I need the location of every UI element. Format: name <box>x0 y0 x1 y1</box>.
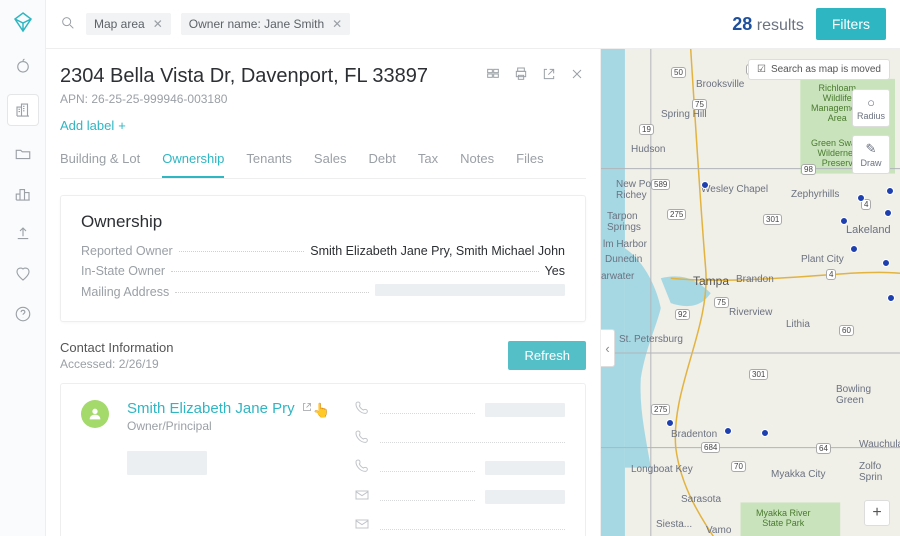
avatar <box>81 400 109 428</box>
detail-panel: 2304 Bella Vista Dr, Davenport, FL 33897… <box>46 49 600 536</box>
close-icon[interactable]: ✕ <box>153 17 163 31</box>
redacted-value <box>485 490 565 504</box>
refresh-button[interactable]: Refresh <box>508 341 586 370</box>
chip-label: Owner name: Jane Smith <box>189 17 324 31</box>
map-panel[interactable]: Brooksville Spring Hill Hudson New Port … <box>600 49 900 536</box>
contact-title: Contact Information <box>60 340 173 355</box>
phone-icon <box>354 458 370 477</box>
apn-text: APN: 26-25-25-999946-003180 <box>60 92 428 106</box>
phone-icon <box>354 429 370 448</box>
map-marker[interactable] <box>857 194 865 202</box>
app-logo <box>11 10 35 37</box>
circle-icon: ○ <box>867 95 875 110</box>
road-shield: 19 <box>639 124 654 135</box>
road-shield: 301 <box>749 369 768 380</box>
tab-building-lot[interactable]: Building & Lot <box>60 151 140 178</box>
map-marker[interactable] <box>882 259 890 267</box>
nav-produce-icon[interactable] <box>12 55 34 77</box>
search-as-moved-toggle[interactable]: ☑ Search as map is moved <box>748 59 890 80</box>
nav-buildings-icon[interactable] <box>8 95 38 125</box>
tab-tenants[interactable]: Tenants <box>246 151 292 178</box>
tab-ownership[interactable]: Ownership <box>162 151 224 178</box>
road-shield: 50 <box>671 67 686 78</box>
field-label: In-State Owner <box>81 264 165 278</box>
print-icon[interactable] <box>512 65 530 83</box>
road-shield: 75 <box>714 297 729 308</box>
road-shield: 301 <box>763 214 782 225</box>
map-marker[interactable] <box>701 181 709 189</box>
map-marker[interactable] <box>724 427 732 435</box>
road-shield: 684 <box>701 442 720 453</box>
nav-upload-icon[interactable] <box>12 223 34 245</box>
road-shield: 75 <box>692 99 707 110</box>
map-marker[interactable] <box>666 419 674 427</box>
zoom-in-button[interactable]: + <box>864 500 890 526</box>
results-count: 28 results <box>732 14 804 35</box>
filters-button[interactable]: Filters <box>816 8 886 40</box>
field-value: Smith Elizabeth Jane Pry, Smith Michael … <box>310 244 565 258</box>
top-bar: Map area ✕ Owner name: Jane Smith ✕ 28 r… <box>46 0 900 49</box>
external-link-icon <box>301 400 313 417</box>
radius-tool[interactable]: ○ Radius <box>852 89 890 127</box>
add-label-button[interactable]: Add label + <box>60 118 126 133</box>
pencil-icon: ✎ <box>866 141 877 157</box>
draw-tool[interactable]: ✎ Draw <box>852 135 890 174</box>
contact-role: Owner/Principal <box>127 419 336 433</box>
nav-heart-icon[interactable] <box>12 263 34 285</box>
map-marker[interactable] <box>886 187 894 195</box>
map-marker[interactable] <box>884 209 892 217</box>
road-shield: 275 <box>667 209 686 220</box>
tab-files[interactable]: Files <box>516 151 543 178</box>
contact-card: Smith Elizabeth Jane Pry 👆 Owner/Princip… <box>60 383 586 536</box>
road-shield: 64 <box>816 443 831 454</box>
external-link-icon[interactable] <box>540 65 558 83</box>
chip-label: Map area <box>94 17 145 31</box>
nav-rail <box>0 0 46 536</box>
filter-chip-map-area[interactable]: Map area ✕ <box>86 13 171 35</box>
field-label: Reported Owner <box>81 244 173 258</box>
road-shield: 4 <box>826 269 836 280</box>
email-icon <box>354 487 370 506</box>
map-marker[interactable] <box>850 245 858 253</box>
map-marker[interactable] <box>840 217 848 225</box>
contact-name-link[interactable]: Smith Elizabeth Jane Pry 👆 <box>127 400 336 417</box>
close-icon[interactable] <box>568 65 586 83</box>
plus-icon: + <box>118 118 126 133</box>
road-shield: 589 <box>651 179 670 190</box>
card-view-icon[interactable] <box>484 65 502 83</box>
card-title: Ownership <box>81 212 565 232</box>
road-shield: 60 <box>839 325 854 336</box>
collapse-map-handle[interactable]: ‹ <box>601 329 615 367</box>
nav-city-icon[interactable] <box>12 183 34 205</box>
road-shield: 92 <box>675 309 690 320</box>
tab-tax[interactable]: Tax <box>418 151 438 178</box>
redacted-value <box>127 451 207 475</box>
cursor-icon: 👆 <box>313 402 330 419</box>
field-value: Yes <box>545 264 565 278</box>
page-title: 2304 Bella Vista Dr, Davenport, FL 33897 <box>60 65 428 88</box>
map-marker[interactable] <box>761 429 769 437</box>
tab-sales[interactable]: Sales <box>314 151 347 178</box>
map-marker[interactable] <box>887 294 895 302</box>
tabs: Building & Lot Ownership Tenants Sales D… <box>60 151 586 179</box>
redacted-value <box>375 284 565 296</box>
ownership-card: Ownership Reported Owner Smith Elizabeth… <box>60 195 586 322</box>
road-shield: 98 <box>801 164 816 175</box>
check-icon: ☑ <box>757 64 766 75</box>
filter-chip-owner-name[interactable]: Owner name: Jane Smith ✕ <box>181 13 350 35</box>
contact-accessed: Accessed: 2/26/19 <box>60 357 173 371</box>
nav-folder-icon[interactable] <box>12 143 34 165</box>
email-icon <box>354 516 370 535</box>
tab-notes[interactable]: Notes <box>460 151 494 178</box>
phone-icon <box>354 400 370 419</box>
search-icon[interactable] <box>60 15 76 34</box>
road-shield: 275 <box>651 404 670 415</box>
road-shield: 70 <box>731 461 746 472</box>
field-label: Mailing Address <box>81 285 169 299</box>
close-icon[interactable]: ✕ <box>332 17 342 31</box>
redacted-value <box>485 461 565 475</box>
nav-help-icon[interactable] <box>12 303 34 325</box>
tab-debt[interactable]: Debt <box>368 151 395 178</box>
redacted-value <box>485 403 565 417</box>
